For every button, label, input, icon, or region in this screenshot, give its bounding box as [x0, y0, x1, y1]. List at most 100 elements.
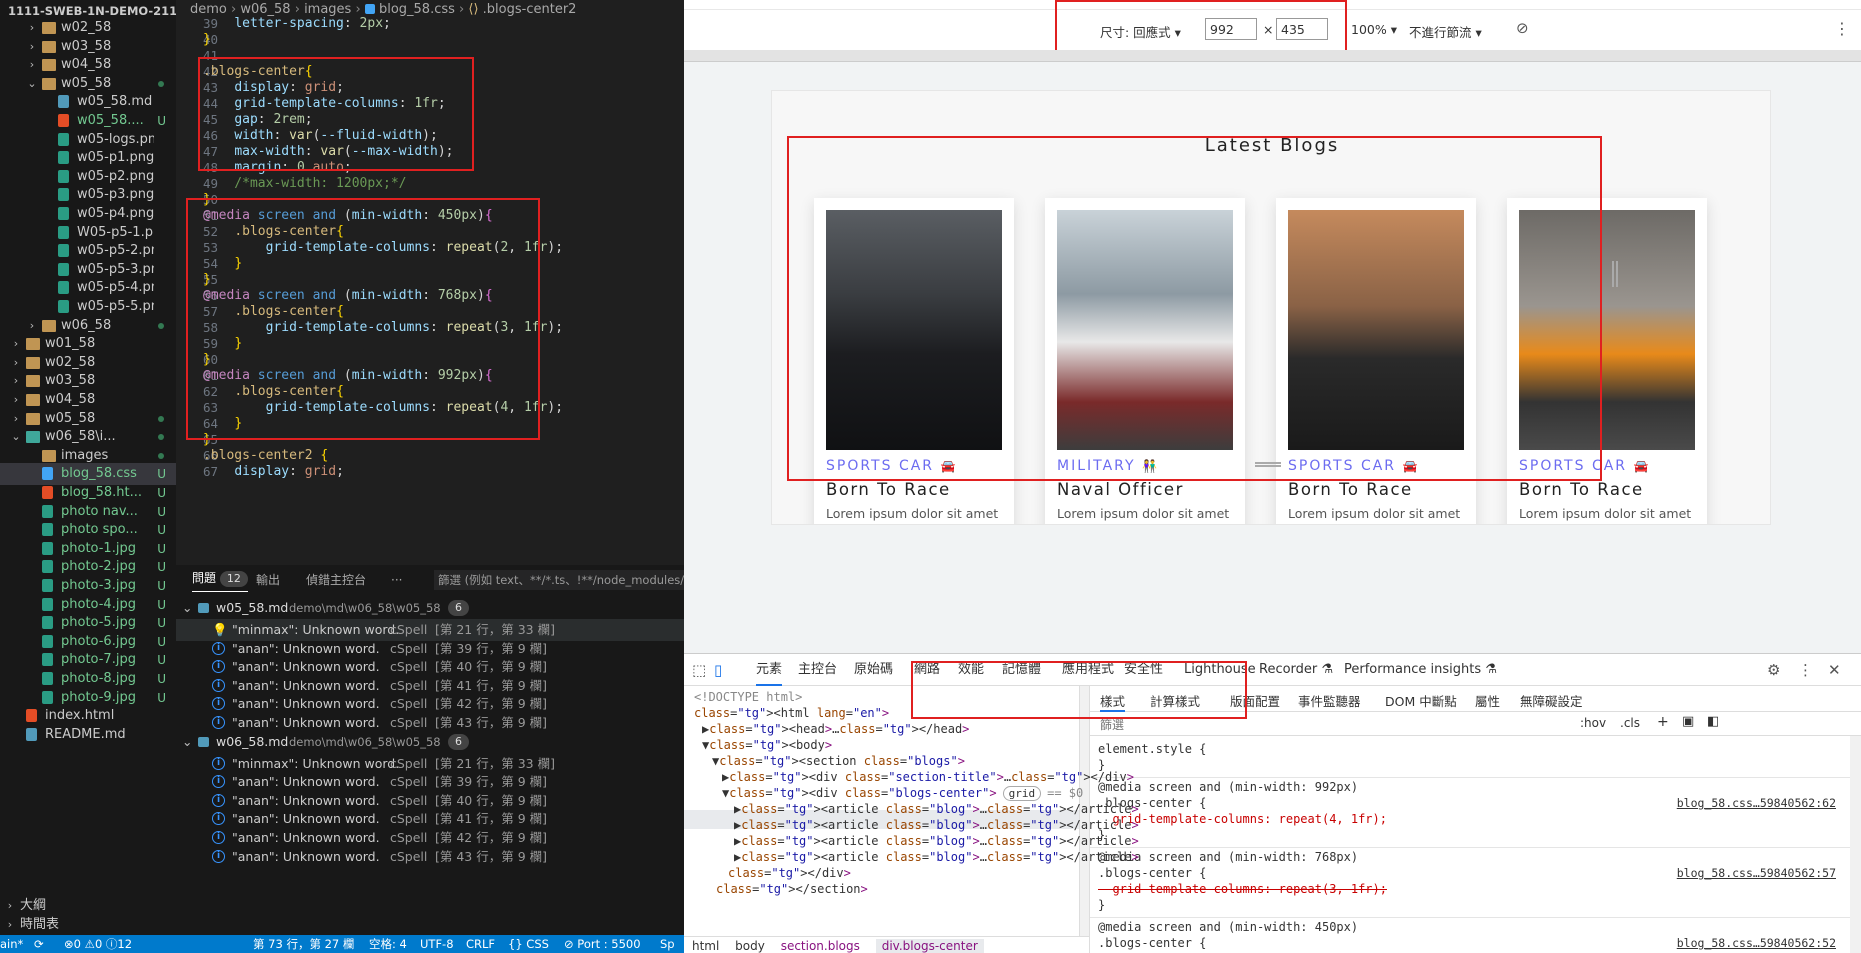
tab-problems[interactable]: 問題 12 — [192, 565, 248, 592]
rule-close[interactable]: } — [1098, 898, 1105, 912]
settings-gear-icon[interactable]: ⚙ — [1767, 654, 1780, 686]
image-file-icon — [42, 672, 53, 685]
styles-tab[interactable]: 事件監聽器 — [1298, 691, 1361, 710]
sync-icon[interactable]: ⟳ — [34, 935, 44, 953]
breadcrumb-item[interactable]: .blogs-center2 — [483, 2, 577, 17]
zoom-dropdown[interactable]: 100% ▾ — [1351, 22, 1397, 37]
rule-source-link[interactable]: blog_58.css…59840562:62 — [1677, 796, 1836, 810]
tab-output[interactable]: 輸出 — [256, 565, 280, 595]
branch-indicator[interactable]: ain* — [0, 935, 23, 953]
code-line[interactable]: } — [203, 30, 211, 49]
css-declaration[interactable]: grid-template-columns: repeat(3, 1fr); — [1098, 882, 1387, 896]
blog-description: Lorem ipsum dolor sit amet — [826, 506, 999, 521]
problem-item[interactable]: i "anan": Unknown word. cSpell [第 43 行，第 9 … — [176, 846, 684, 868]
problem-file-path: demo\md\w06_58\w05_58 — [289, 601, 441, 615]
devtools-tab[interactable]: 元素 — [756, 654, 783, 686]
status-extra[interactable]: Sp — [660, 935, 675, 953]
css-declaration[interactable]: grid-template-columns: repeat(4, 1fr); — [1098, 812, 1387, 826]
folder-icon — [26, 431, 40, 444]
html-file-icon — [42, 486, 53, 499]
folder-icon — [42, 319, 56, 332]
warning-icon: ⚠ — [84, 937, 95, 951]
inspect-element-icon[interactable]: ⬚ — [692, 654, 706, 686]
css-rule[interactable]: element.style {} — [1090, 742, 1850, 778]
image-file-icon — [58, 132, 69, 146]
car-icon: 🚘 — [1633, 459, 1649, 473]
live-server-port[interactable]: ⊘ Port : 5500 — [564, 935, 641, 953]
image-file-icon — [42, 634, 53, 648]
close-devtools-icon[interactable]: ✕ — [1828, 654, 1841, 686]
indentation[interactable]: 空格: 4 — [369, 935, 407, 953]
image-file-icon — [58, 281, 69, 295]
cursor-position[interactable]: 第 73 行，第 27 欄 — [253, 935, 354, 953]
image-file-icon — [58, 300, 69, 313]
language-mode[interactable]: {} CSS — [508, 935, 549, 953]
more-tabs-button[interactable]: ··· — [391, 565, 402, 595]
media-query[interactable]: @media screen and (min-width: 450px) — [1098, 920, 1358, 934]
rule-selector[interactable]: .blogs-center { — [1098, 936, 1206, 950]
css-file-icon — [42, 467, 53, 481]
rule-selector[interactable]: element.style { — [1098, 742, 1206, 756]
panel-tabs: 問題 12 輸出 偵錯主控台 ··· 篩選 (例如 text、**/*.ts、!… — [176, 565, 684, 595]
problem-file-group[interactable]: ⌄ w06_58.md demo\md\w06_58\w05_58 6 — [176, 731, 684, 753]
device-toggle-icon[interactable]: ▯ — [714, 654, 722, 686]
styles-pane: 樣式 計算樣式 版面配置 事件監聽器 DOM 中斷點 屬性 無障礙設定 篩選 :hov .c… — [1089, 686, 1861, 953]
problems-summary[interactable]: ⊗0 ⚠0 ⓘ12 — [64, 935, 132, 953]
image-file-icon — [42, 653, 53, 667]
problems-filter-input[interactable]: 篩選 (例如 text、**/*.ts、!**/node_modules/**) — [434, 570, 684, 590]
dom-crumb-div[interactable]: div.blogs-center — [875, 939, 984, 953]
sidebar-toggle-icon[interactable]: ◧ — [1707, 714, 1719, 729]
problem-message: "anan": Unknown word. — [232, 848, 380, 864]
image-file-icon — [42, 597, 53, 611]
dom-node[interactable]: class="tg"></section> — [716, 880, 868, 899]
problem-file-group[interactable]: ⌄ w05_58.md demo\md\w06_58\w05_58 6 — [176, 597, 684, 619]
cls-toggle[interactable]: .cls — [1620, 716, 1640, 730]
resize-handle-right[interactable] — [1612, 261, 1618, 287]
dom-crumb-body[interactable]: body — [735, 939, 765, 953]
styles-tab[interactable]: DOM 中斷點 — [1385, 691, 1457, 710]
grid-badge[interactable]: grid — [1002, 786, 1042, 801]
css-rule[interactable]: @media screen and (min-width: 992px) .blo… — [1090, 780, 1850, 848]
folder-icon — [42, 40, 56, 53]
throttling-dropdown[interactable]: 不進行節流 ▾ — [1409, 22, 1482, 41]
devtools-tab[interactable]: Recorder ⚗ — [1259, 654, 1333, 686]
code-line[interactable]: /*max-width: 1200px;*/ — [203, 174, 406, 193]
paint-icon[interactable]: ▣ — [1682, 714, 1694, 729]
end-of-line[interactable]: CRLF — [466, 935, 495, 953]
image-file-icon — [42, 560, 53, 574]
encoding[interactable]: UTF-8 — [420, 935, 454, 953]
styles-scrollbar[interactable] — [1850, 736, 1861, 953]
media-query-ruler[interactable] — [684, 50, 1861, 62]
styles-tab[interactable]: 屬性 — [1475, 691, 1500, 710]
dom-crumb-section[interactable]: section.blogs — [781, 939, 860, 953]
blog-title: Born To Race — [826, 480, 951, 499]
explorer-item[interactable]: README.md — [0, 724, 176, 746]
css-rule[interactable]: @media screen and (min-width: 450px) .blo… — [1090, 920, 1850, 953]
chevron-right-icon: › — [7, 918, 13, 931]
markdown-file-icon — [198, 603, 209, 613]
problem-file-path: demo\md\w06_58\w05_58 — [289, 734, 441, 749]
hov-toggle[interactable]: :hov — [1580, 716, 1606, 730]
devtools-more-icon[interactable]: ⋮ — [1798, 654, 1813, 686]
code-editor[interactable]: demo › w06_58 › images › blog_58.css › ⟨… — [176, 0, 684, 565]
add-rule-icon[interactable]: + — [1657, 714, 1669, 730]
rule-source-link[interactable]: blog_58.css…59840562:57 — [1677, 866, 1836, 880]
code-line[interactable]: display: grid; — [203, 462, 344, 481]
css-rule[interactable]: @media screen and (min-width: 768px) .blo… — [1090, 850, 1850, 918]
devtools-tab[interactable]: 主控台 — [798, 654, 837, 686]
tab-debug-console[interactable]: 偵錯主控台 — [306, 565, 366, 595]
dom-breadcrumb: html body section.blogs div.blogs-center — [684, 936, 1089, 953]
media-query[interactable]: @media screen and (min-width: 992px) — [1098, 780, 1358, 794]
info-icon: i — [212, 756, 225, 770]
markdown-file-icon — [26, 727, 37, 741]
rule-source-link[interactable]: blog_58.css…59840562:52 — [1677, 936, 1836, 950]
devtools-tab[interactable]: Performance insights ⚗ — [1344, 654, 1497, 686]
dom-crumb-html[interactable]: html — [692, 939, 719, 953]
styles-tab[interactable]: 無障礙設定 — [1520, 691, 1583, 710]
devtools-tab[interactable]: 原始碼 — [854, 654, 893, 686]
more-options-icon[interactable]: ⋮ — [1834, 19, 1850, 38]
code-line[interactable]: letter-spacing: 2px; — [203, 14, 391, 33]
timeline-section[interactable]: › 時間表 — [0, 914, 176, 935]
rule-selector[interactable]: .blogs-center { — [1098, 866, 1206, 880]
rotate-icon[interactable]: ⊘ — [1516, 19, 1529, 37]
